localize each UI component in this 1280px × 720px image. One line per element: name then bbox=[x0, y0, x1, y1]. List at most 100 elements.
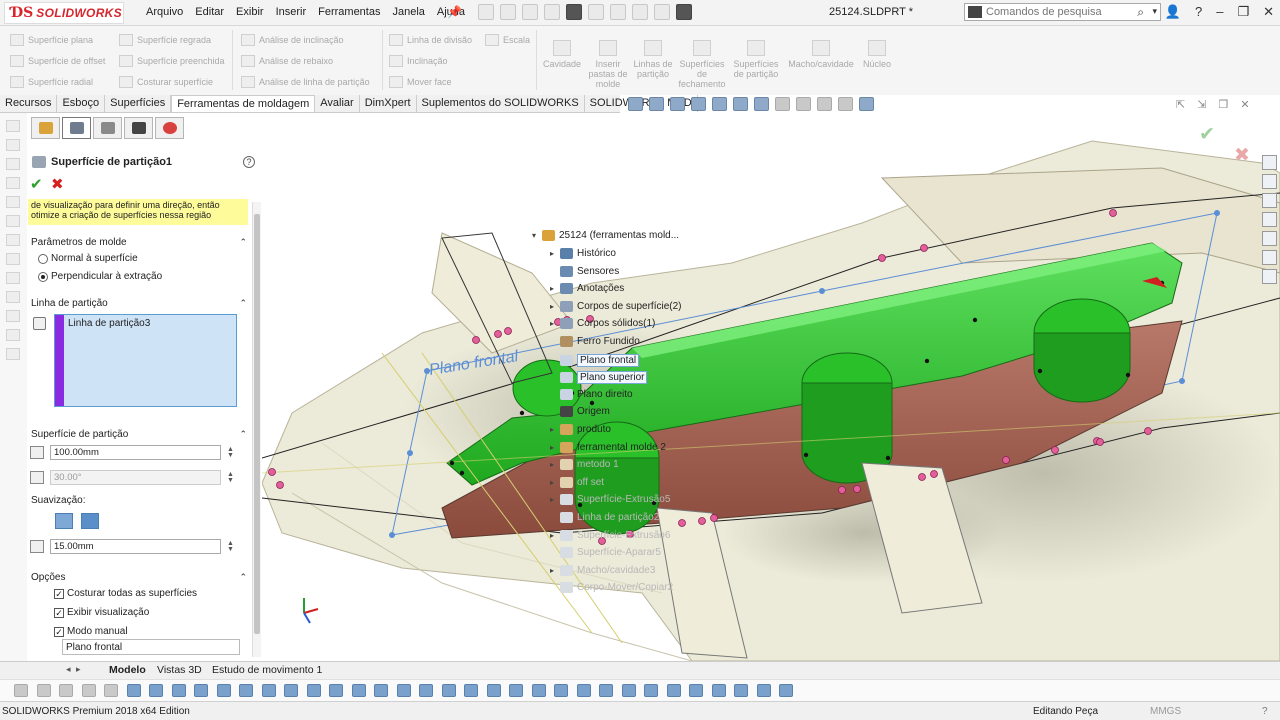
radio-dot[interactable] bbox=[38, 271, 48, 282]
print-icon[interactable] bbox=[566, 4, 582, 20]
surface-body-icon[interactable] bbox=[216, 684, 231, 697]
tree-item[interactable]: Ferro Fundido bbox=[548, 336, 640, 347]
tree-item[interactable]: ▸ Superfície-Extrusão6 bbox=[548, 529, 670, 541]
tree-item[interactable]: ▸ Anotações bbox=[548, 283, 624, 295]
smooth-smoothing-button[interactable] bbox=[81, 513, 99, 529]
undo-icon[interactable] bbox=[588, 4, 604, 20]
filter-icon[interactable] bbox=[14, 684, 28, 697]
custom-properties-icon[interactable] bbox=[1262, 250, 1277, 265]
tree-expand-icon[interactable]: ▸ bbox=[548, 460, 556, 469]
dimxpertmanager-tab[interactable] bbox=[124, 117, 153, 139]
tab-superficies[interactable]: Superfícies bbox=[105, 95, 172, 112]
dimension-icon[interactable] bbox=[329, 684, 343, 697]
pin-icon[interactable]: 📌 bbox=[447, 5, 462, 19]
tab-suplementos[interactable]: Suplementos do SOLIDWORKS bbox=[417, 95, 585, 112]
knit-surface-button[interactable]: Costurar superfície bbox=[119, 76, 213, 88]
cosmetic-thread-icon[interactable] bbox=[576, 684, 591, 697]
bom-icon[interactable] bbox=[689, 684, 703, 697]
plane-icon[interactable] bbox=[149, 684, 163, 697]
plane-handle[interactable] bbox=[1179, 378, 1185, 384]
select-icon[interactable] bbox=[81, 684, 96, 697]
scale-button[interactable]: Escala bbox=[485, 34, 530, 46]
distance-input[interactable] bbox=[50, 445, 221, 460]
viewport-close-icon[interactable]: ✕ bbox=[1240, 98, 1249, 111]
options-gear-icon[interactable] bbox=[676, 4, 692, 20]
chevron-up-icon[interactable]: ⌃ bbox=[239, 298, 247, 309]
tab-scroll-right-icon[interactable]: ▸ bbox=[76, 664, 81, 675]
magnet-icon[interactable] bbox=[734, 684, 748, 697]
help-icon[interactable]: ? bbox=[1195, 4, 1202, 20]
tree-item[interactable]: Linha de partição2 bbox=[548, 512, 659, 523]
hole-callout-icon[interactable] bbox=[509, 684, 523, 697]
help-icon[interactable]: ? bbox=[1262, 706, 1268, 717]
tree-item[interactable]: Sensores bbox=[548, 265, 619, 277]
parting-lines-button[interactable]: Linhas de partição bbox=[632, 40, 674, 79]
gear-icon[interactable] bbox=[756, 684, 771, 697]
command-search[interactable]: ⌕ ▾ bbox=[964, 3, 1161, 21]
tree-expand-icon[interactable]: ▸ bbox=[548, 478, 556, 487]
solidworks-logo[interactable]: ƊS SOLIDWORKS bbox=[4, 2, 124, 24]
menu-janela[interactable]: Janela bbox=[386, 6, 430, 18]
note-icon[interactable] bbox=[419, 684, 433, 697]
selection-filter-icon[interactable] bbox=[104, 684, 118, 697]
face-icon[interactable] bbox=[171, 684, 186, 697]
edge-icon[interactable] bbox=[239, 684, 253, 697]
previous-view-icon[interactable] bbox=[670, 97, 685, 111]
tree-item[interactable]: ▸ produto bbox=[548, 424, 611, 435]
surface-finish-icon[interactable] bbox=[464, 684, 478, 697]
feature-icon[interactable] bbox=[6, 139, 20, 151]
filled-surface-button[interactable]: Superfície preenchida bbox=[119, 55, 225, 67]
cancel-button[interactable]: ✖ bbox=[51, 175, 64, 193]
radio-perpendicular-to-pull[interactable]: Perpendicular à extração bbox=[38, 271, 162, 282]
zoom-to-area-icon[interactable] bbox=[649, 97, 664, 111]
tree-item[interactable]: Superfície-Aparar5 bbox=[548, 547, 661, 559]
feature-icon[interactable] bbox=[6, 120, 20, 132]
checkbox-box[interactable]: ✓ bbox=[54, 626, 64, 637]
cavity-button[interactable]: Cavidade bbox=[542, 40, 582, 69]
save-icon[interactable] bbox=[544, 4, 560, 20]
plane-handle[interactable] bbox=[424, 368, 430, 374]
sharp-smoothing-button[interactable] bbox=[55, 513, 73, 529]
hide-show-items-icon[interactable] bbox=[775, 97, 790, 111]
draft-analysis-button[interactable]: Análise de inclinação bbox=[241, 34, 344, 46]
tree-item[interactable]: Origem bbox=[548, 406, 610, 418]
tree-root[interactable]: ▾ 25124 (ferramentas mold... bbox=[530, 230, 679, 241]
tree-expand-icon[interactable]: ▸ bbox=[548, 566, 556, 575]
checkbox-show-preview[interactable]: ✓ Exibir visualização bbox=[54, 607, 149, 618]
checkbox-manual-mode[interactable]: ✓ Modo manual bbox=[54, 626, 128, 637]
filter-edges-icon[interactable] bbox=[59, 684, 73, 697]
center-mark-icon[interactable] bbox=[554, 684, 568, 697]
plane-handle[interactable] bbox=[819, 288, 825, 294]
tab-dimxpert[interactable]: DimXpert bbox=[360, 95, 417, 112]
scrollbar-thumb[interactable] bbox=[254, 214, 260, 634]
search-scope-icon[interactable] bbox=[968, 6, 982, 18]
tab-recursos[interactable]: Recursos bbox=[0, 95, 58, 112]
solidworks-forum-icon[interactable] bbox=[1262, 269, 1277, 284]
checkbox-box[interactable]: ✓ bbox=[54, 588, 64, 599]
close-icon[interactable] bbox=[779, 684, 793, 697]
close-button[interactable]: ✕ bbox=[1263, 4, 1274, 20]
confirm-cancel-icon[interactable]: ✖ bbox=[1234, 144, 1250, 167]
minimize-button[interactable]: – bbox=[1216, 4, 1223, 20]
zoom-to-fit-icon[interactable] bbox=[628, 97, 643, 111]
parting-line-analysis-button[interactable]: Análise de linha de partição bbox=[241, 76, 370, 88]
tree-item[interactable]: ▸ Corpos de superfície(2) bbox=[548, 300, 682, 312]
restore-button[interactable]: ❐ bbox=[1237, 4, 1249, 20]
feature-icon[interactable] bbox=[6, 329, 20, 341]
propertymanager-tab[interactable] bbox=[62, 117, 91, 139]
tree-expand-icon[interactable]: ▸ bbox=[548, 531, 556, 540]
feature-icon[interactable] bbox=[6, 196, 20, 208]
tree-item[interactable]: ▸ Macho/cavidade3 bbox=[548, 564, 655, 576]
feature-icon[interactable] bbox=[6, 234, 20, 246]
tree-item[interactable]: ▸ off set bbox=[548, 476, 604, 488]
library-icon[interactable] bbox=[711, 684, 726, 697]
display-pane-icon[interactable] bbox=[859, 97, 874, 111]
centerline-icon[interactable] bbox=[531, 684, 546, 697]
weld-icon[interactable] bbox=[374, 684, 388, 697]
feature-icon[interactable] bbox=[6, 348, 20, 360]
spinner-icon[interactable]: ▲ ▼ bbox=[227, 446, 234, 459]
viewport-restore-icon[interactable]: ❐ bbox=[1218, 98, 1228, 111]
chevron-up-icon[interactable]: ⌃ bbox=[239, 429, 247, 440]
sketch-icon[interactable] bbox=[284, 684, 298, 697]
dynamic-annotation-icon[interactable] bbox=[712, 97, 727, 111]
